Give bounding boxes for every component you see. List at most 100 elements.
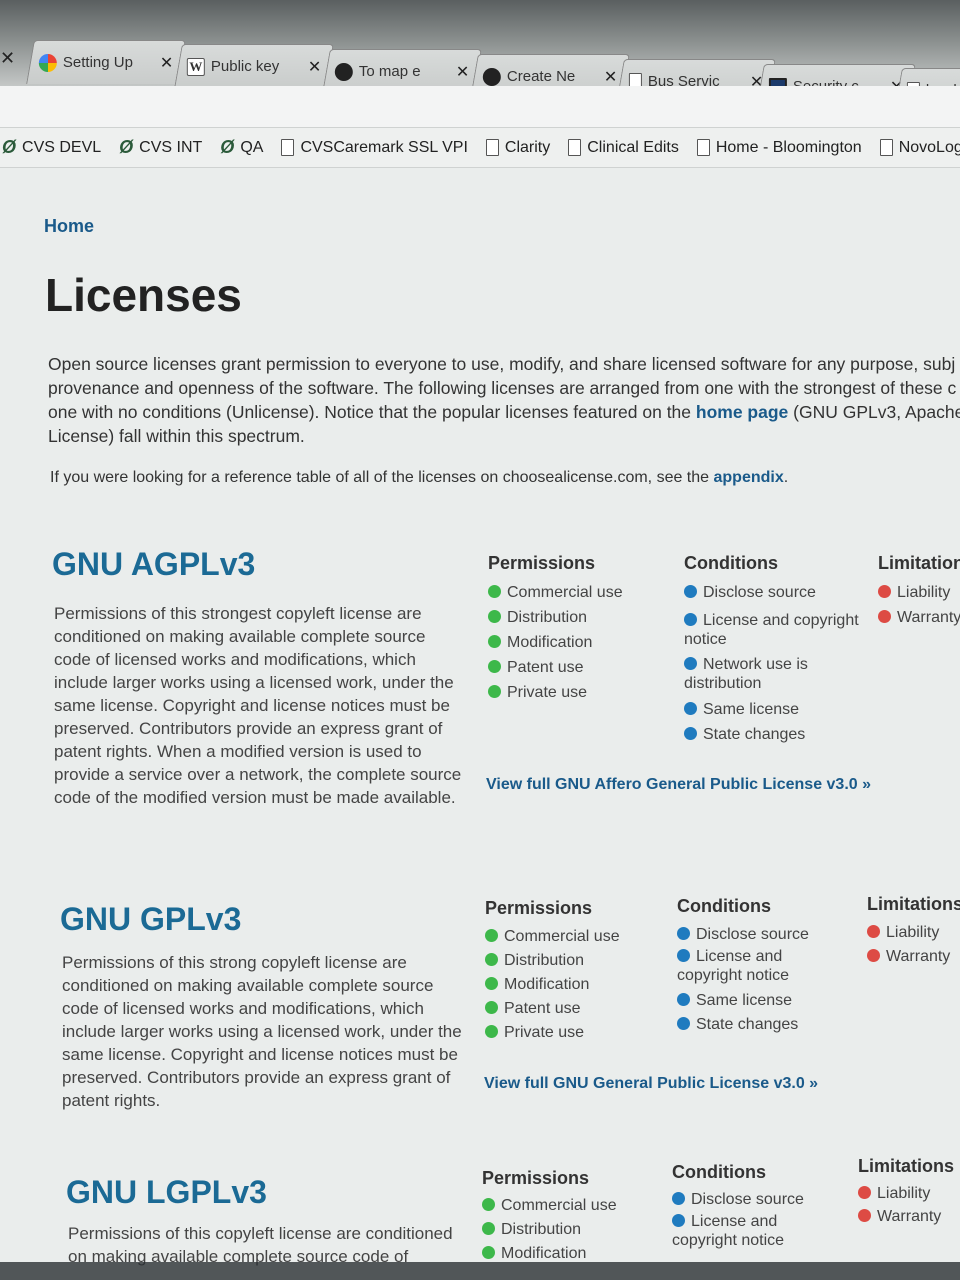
license-title: GNU GPLv3 — [60, 901, 242, 937]
permission-label: Patent use — [504, 1000, 581, 1017]
condition-label: Disclose source — [691, 1191, 804, 1208]
permission-label: Modification — [504, 976, 590, 993]
reference-end: . — [783, 469, 789, 486]
condition-dot-icon — [672, 1192, 685, 1205]
bookmark-label: Home - Bloomington — [715, 138, 862, 156]
limitation-label: Liability — [877, 1185, 931, 1202]
bookmark-home-bloomington[interactable]: Home - Bloomington — [696, 138, 862, 157]
conditions-list: Disclose source License and copyright no… — [677, 923, 847, 1037]
permissions-list: Commercial use Distribution Modification — [482, 1194, 617, 1266]
condition-item: License and copyright notice — [677, 947, 847, 985]
tab-public-key[interactable]: W Public key ✕ — [174, 44, 334, 88]
permission-item: Commercial use — [485, 925, 620, 949]
permission-item: Distribution — [485, 949, 620, 973]
limitations-list: Liability Warranty — [867, 921, 950, 969]
permission-label: Patent use — [507, 659, 584, 676]
limitations-heading: Limitations — [858, 1156, 955, 1176]
condition-item: State changes — [684, 722, 859, 747]
permission-label: Commercial use — [504, 928, 620, 945]
google-icon — [38, 53, 57, 72]
limitation-item: Liability — [878, 580, 960, 605]
condition-dot-icon — [684, 702, 697, 715]
permission-label: Private use — [504, 1024, 585, 1041]
tab-to-map[interactable]: To map e ✕ — [322, 49, 482, 90]
reference-note: If you were looking for a reference tabl… — [50, 469, 788, 487]
tab-close-leftover[interactable]: ✕ — [0, 48, 15, 69]
permission-dot-icon — [488, 585, 501, 598]
document-icon — [281, 139, 295, 156]
bookmark-label: CVSCaremark SSL VPI — [300, 138, 468, 156]
bookmark-clinical-edits[interactable]: Clinical Edits — [568, 139, 679, 157]
conditions-heading: Conditions — [684, 553, 778, 573]
appendix-link[interactable]: appendix — [714, 469, 784, 486]
intro-line: License) fall within this spectrum. — [48, 426, 305, 446]
bookmark-clarity[interactable]: Clarity — [485, 139, 550, 157]
condition-label: Network use is distribution — [684, 656, 808, 692]
condition-label: License and copyright notice — [677, 948, 790, 984]
permission-dot-icon — [482, 1198, 495, 1211]
bookmark-cvscaremark-ssl-vpn[interactable]: CVSCaremark SSL VPI — [281, 138, 468, 157]
close-icon[interactable]: ✕ — [456, 62, 469, 82]
bookmark-cvs-devl[interactable]: Ø CVS DEVL — [2, 137, 101, 158]
permission-dot-icon — [485, 977, 498, 990]
bookmark-qa[interactable]: Ø QA — [220, 137, 263, 158]
tab-label: To map e — [358, 63, 421, 80]
tab-label: Setting Up — [62, 54, 133, 71]
permission-dot-icon — [485, 1001, 498, 1014]
permission-dot-icon — [488, 635, 501, 648]
limitations-heading: Limitation — [878, 553, 960, 573]
condition-item: License and copyright notice — [684, 611, 859, 649]
permission-label: Modification — [507, 634, 593, 651]
condition-label: License and copyright notice — [684, 612, 859, 648]
bookmark-cvs-int[interactable]: Ø CVS INT — [119, 137, 202, 158]
github-icon — [482, 67, 501, 86]
tab-setting-up[interactable]: Setting Up ✕ — [26, 40, 186, 84]
condition-dot-icon — [677, 949, 690, 962]
limitation-label: Warranty — [897, 609, 960, 626]
breadcrumb-home-link[interactable]: Home — [44, 216, 94, 237]
limitation-label: Liability — [886, 924, 940, 941]
conditions-heading: Conditions — [677, 896, 771, 916]
home-page-link[interactable]: home page — [696, 402, 788, 422]
limitation-dot-icon — [878, 585, 891, 598]
permissions-list: Commercial use Distribution Modification… — [488, 580, 623, 705]
view-full-license-link[interactable]: View full GNU General Public License v3.… — [484, 1075, 818, 1093]
close-icon[interactable]: ✕ — [160, 53, 173, 73]
permission-item: Distribution — [482, 1218, 617, 1242]
tab-label: Public key — [210, 58, 280, 75]
intro-paragraph: Open source licenses grant permission to… — [48, 352, 960, 448]
view-full-license-link[interactable]: View full GNU Affero General Public Lice… — [486, 776, 871, 794]
conditions-heading: Conditions — [672, 1162, 766, 1182]
document-icon — [568, 139, 582, 156]
permission-item: Modification — [485, 973, 620, 997]
condition-dot-icon — [684, 613, 697, 626]
permission-label: Commercial use — [501, 1197, 617, 1214]
intro-line: one with no conditions (Unlicense). Noti… — [48, 400, 960, 424]
condition-label: State changes — [703, 726, 806, 743]
page-title: Licenses — [45, 269, 242, 321]
conditions-list: Disclose source License and copyright no… — [672, 1188, 842, 1250]
limitation-dot-icon — [867, 949, 880, 962]
tab-create-new[interactable]: Create Ne ✕ — [470, 54, 630, 90]
permission-label: Distribution — [504, 952, 585, 969]
permission-dot-icon — [485, 953, 498, 966]
condition-item: Disclose source — [684, 580, 859, 605]
license-title: GNU AGPLv3 — [52, 546, 256, 582]
document-icon — [696, 139, 710, 156]
condition-dot-icon — [672, 1214, 685, 1227]
bookmark-novologix[interactable]: NovoLogix Ir — [879, 139, 960, 157]
limitation-label: Liability — [897, 584, 951, 601]
permission-label: Distribution — [501, 1221, 582, 1238]
permission-item: Commercial use — [482, 1194, 617, 1218]
limitations-heading: Limitations — [867, 894, 960, 914]
condition-label: State changes — [696, 1016, 799, 1033]
bookmarks-bar: Ø CVS DEVL Ø CVS INT Ø QA CVSCaremark SSL V… — [0, 128, 960, 168]
condition-item: Network use is distribution — [684, 655, 814, 693]
bookmark-label: CVS INT — [139, 138, 203, 156]
permission-dot-icon — [488, 660, 501, 673]
permission-label: Distribution — [507, 609, 588, 626]
close-icon[interactable]: ✕ — [308, 57, 321, 77]
close-icon[interactable]: ✕ — [604, 67, 617, 87]
bookmark-label: CVS DEVL — [22, 138, 102, 156]
os-taskbar — [0, 1262, 960, 1280]
